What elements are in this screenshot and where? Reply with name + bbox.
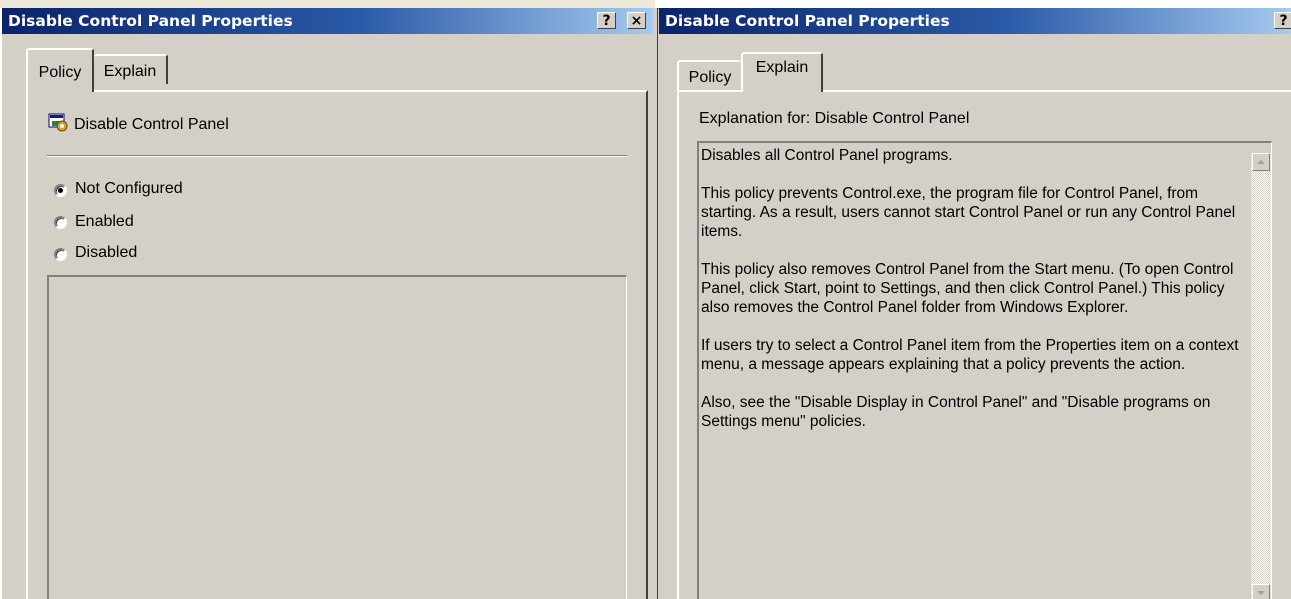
explanation-paragraph: This policy also removes Control Panel f… <box>701 261 1234 316</box>
explanation-heading: Explanation for: Disable Control Panel <box>699 110 970 127</box>
explanation-textbox[interactable]: Disables all Control Panel programs. Thi… <box>697 141 1272 599</box>
background-strip <box>0 0 655 8</box>
explanation-paragraph: Disables all Control Panel programs. <box>701 147 953 164</box>
tab-policy-label: Policy <box>38 64 82 81</box>
help-button[interactable]: ? <box>1274 12 1291 29</box>
background-strip <box>925 0 1291 8</box>
radio-enabled-dot[interactable] <box>54 216 67 229</box>
vertical-scrollbar[interactable] <box>1251 153 1271 599</box>
tab-explain-label: Explain <box>103 63 157 80</box>
radio-not-configured-label: Not Configured <box>75 180 183 197</box>
radio-disabled-dot[interactable] <box>54 248 67 261</box>
window-title: Disable Control Panel Properties <box>2 8 653 34</box>
explanation-text: Disables all Control Panel programs. Thi… <box>701 146 1246 450</box>
policy-name: Disable Control Panel <box>74 116 229 133</box>
explanation-paragraph: Also, see the "Disable Display in Contro… <box>701 394 1211 430</box>
scroll-down-button[interactable] <box>1252 584 1270 599</box>
tab-explain-label: Explain <box>755 59 809 76</box>
scroll-up-button[interactable] <box>1252 153 1270 171</box>
window-title: Disable Control Panel Properties <box>659 8 1291 34</box>
tab-policy[interactable]: Policy <box>677 60 741 90</box>
policy-options-area <box>47 275 627 599</box>
close-button[interactable]: × <box>627 12 646 29</box>
arrow-up-icon <box>1257 160 1265 164</box>
policy-setting-icon <box>47 111 69 133</box>
explanation-paragraph: If users try to select a Control Panel i… <box>701 337 1239 373</box>
tab-policy[interactable]: Policy <box>26 48 94 92</box>
separator-line <box>47 155 627 157</box>
policy-properties-window: Disable Control Panel Properties ? × Pol… <box>0 8 653 599</box>
radio-enabled-label: Enabled <box>75 213 134 230</box>
explain-properties-window: Disable Control Panel Properties ? Polic… <box>659 8 1291 599</box>
help-button[interactable]: ? <box>597 12 616 29</box>
radio-not-configured-dot[interactable] <box>54 184 67 197</box>
tab-explain[interactable]: Explain <box>94 54 168 84</box>
explanation-paragraph: This policy prevents Control.exe, the pr… <box>701 185 1236 240</box>
arrow-down-icon <box>1257 591 1265 595</box>
tab-explain[interactable]: Explain <box>741 52 823 92</box>
tab-policy-label: Policy <box>688 69 732 86</box>
radio-disabled-label: Disabled <box>75 244 138 261</box>
